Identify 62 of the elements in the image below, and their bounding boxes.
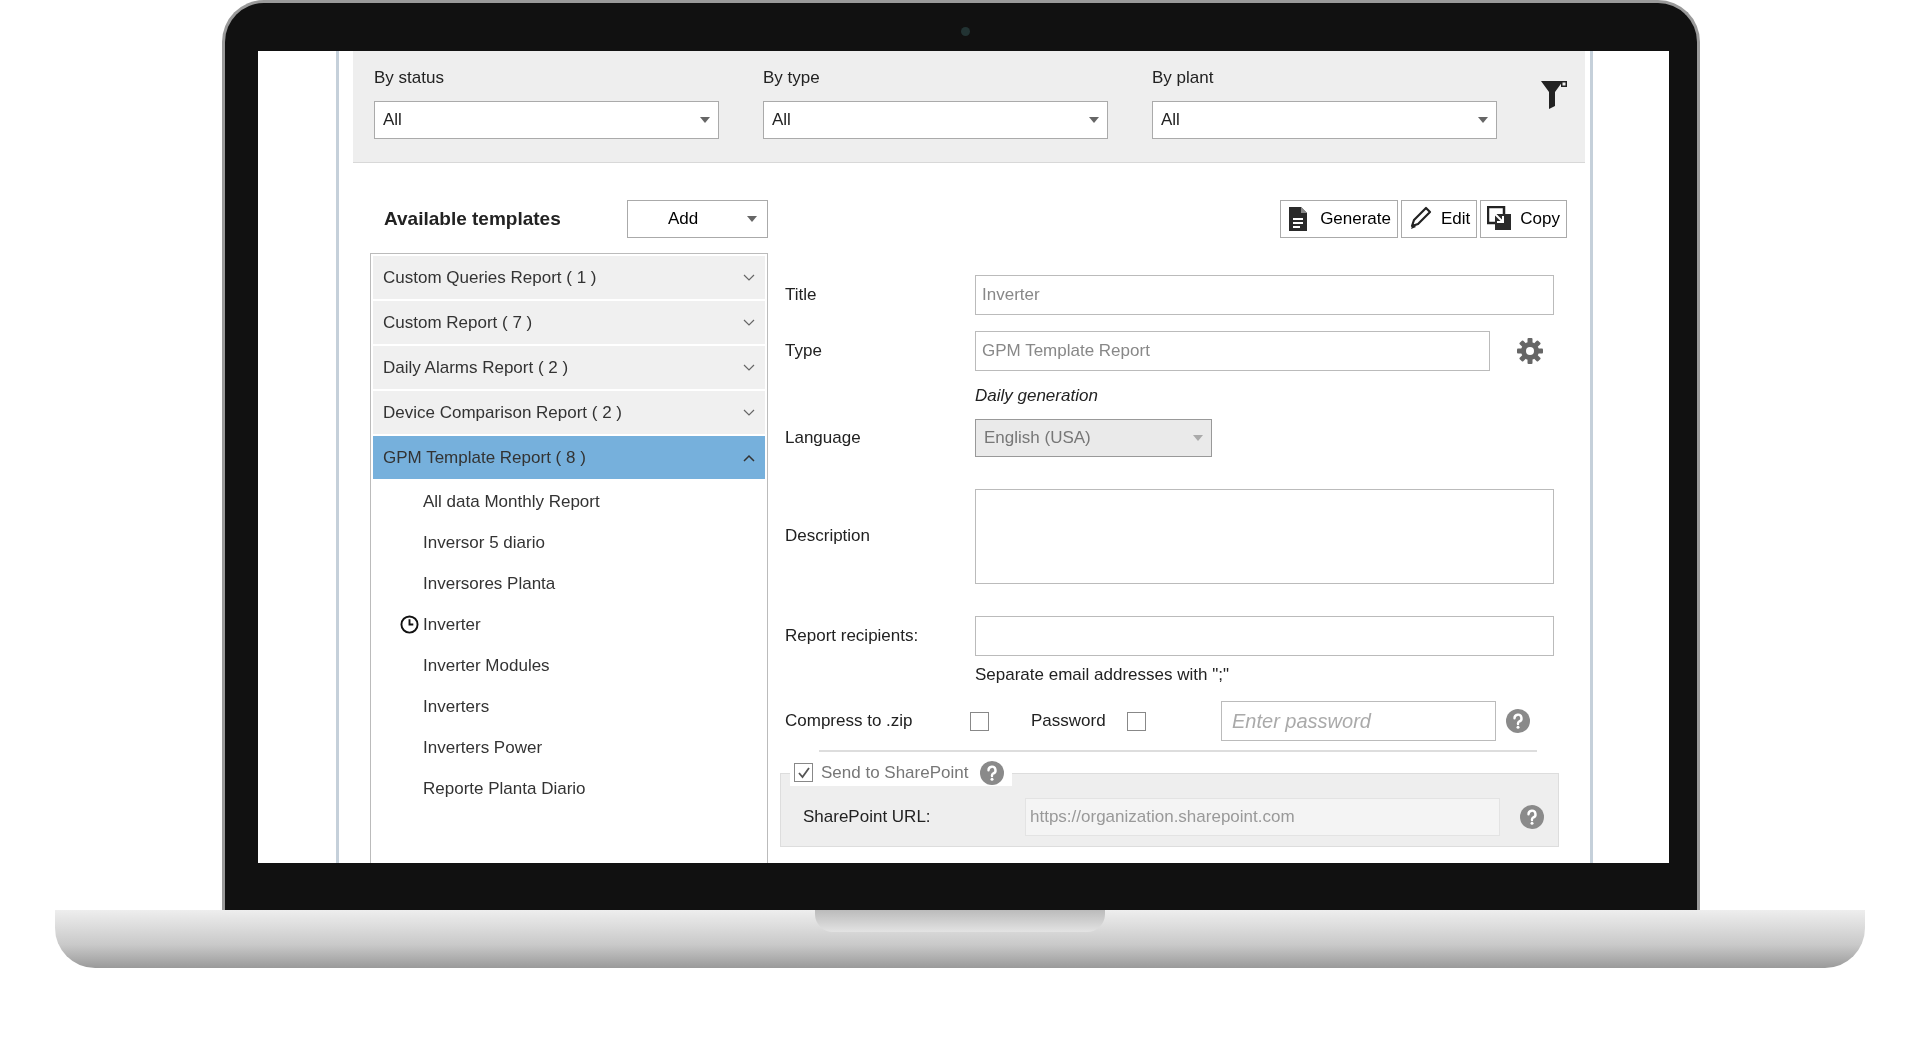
chevron-up-icon <box>743 453 755 462</box>
generation-note: Daily generation <box>975 385 1099 407</box>
recipients-field[interactable] <box>975 615 1554 656</box>
chevron-down-icon <box>743 363 755 372</box>
section-title: Available templates <box>383 206 561 231</box>
caret-icon <box>700 116 710 123</box>
checkbox[interactable] <box>794 763 813 783</box>
checkbox[interactable] <box>1127 711 1146 731</box>
chevron-down-icon <box>743 318 755 327</box>
filter-label: By type <box>763 67 821 89</box>
pencil-icon <box>1408 206 1433 232</box>
type-field[interactable]: GPM Template Report <box>975 331 1490 371</box>
filter-icon <box>1541 81 1567 109</box>
template-item[interactable]: Inversor 5 diario <box>423 529 545 556</box>
field-label: Report recipients: <box>785 624 920 647</box>
caret-icon <box>1089 116 1099 123</box>
action-button[interactable]: Generate <box>1280 200 1398 238</box>
filter-dropdown[interactable]: All <box>374 100 719 139</box>
sharepoint-url-field[interactable]: https://organization.sharepoint.com <box>1025 797 1500 836</box>
template-item[interactable]: Inverter Modules <box>423 652 550 679</box>
field-label: Description <box>785 525 872 548</box>
filter-dropdown[interactable]: All <box>1152 100 1497 139</box>
check-icon <box>796 765 811 780</box>
template-item[interactable]: All data Monthly Report <box>423 488 600 515</box>
template-group[interactable]: Custom Report ( 7 ) <box>373 301 765 344</box>
caret-icon <box>1193 434 1203 441</box>
add-dropdown-button[interactable]: Add <box>627 200 768 238</box>
template-group[interactable]: GPM Template Report ( 8 ) <box>373 436 765 479</box>
field-label: Language <box>785 426 862 449</box>
field-label: Title <box>785 284 818 307</box>
filter-dropdown[interactable]: All <box>763 100 1108 139</box>
copy-icon <box>1487 206 1513 232</box>
help-icon <box>1520 804 1544 829</box>
template-item[interactable]: Inverters Power <box>423 734 543 761</box>
action-button[interactable]: Edit <box>1401 200 1478 238</box>
checkbox[interactable] <box>970 711 989 731</box>
checkbox-label: Compress to .zip <box>785 710 914 733</box>
template-item[interactable]: Inverter <box>423 611 481 638</box>
chevron-down-icon <box>743 408 755 417</box>
checkbox-label: Password <box>1031 710 1107 733</box>
action-button[interactable]: Copy <box>1480 200 1567 238</box>
camera-dot <box>961 27 970 36</box>
template-group[interactable]: Daily Alarms Report ( 2 ) <box>373 346 765 389</box>
field-label: Type <box>785 340 823 363</box>
template-item[interactable]: Inversores Planta <box>423 570 556 597</box>
field-label: SharePoint URL: <box>803 805 932 828</box>
checkbox-label: Send to SharePoint <box>821 762 969 784</box>
template-group[interactable]: Device Comparison Report ( 2 ) <box>373 391 765 434</box>
title-field[interactable]: Inverter <box>975 275 1554 315</box>
filter-label: By plant <box>1152 67 1215 89</box>
help-icon <box>1506 709 1530 733</box>
settings-icon <box>1516 337 1544 365</box>
template-item[interactable]: Inverters <box>423 693 490 720</box>
template-group[interactable]: Custom Queries Report ( 1 ) <box>373 256 765 299</box>
caret-icon <box>1478 116 1488 123</box>
filter-label: By status <box>374 67 445 89</box>
chevron-down-icon <box>743 273 755 282</box>
template-item[interactable]: Reporte Planta Diario <box>423 775 586 802</box>
recipients-hint: Separate email addresses with ";" <box>975 663 1230 686</box>
caret-icon <box>747 216 757 222</box>
description-field[interactable] <box>975 488 1554 584</box>
password-field[interactable]: Enter password <box>1221 701 1496 741</box>
